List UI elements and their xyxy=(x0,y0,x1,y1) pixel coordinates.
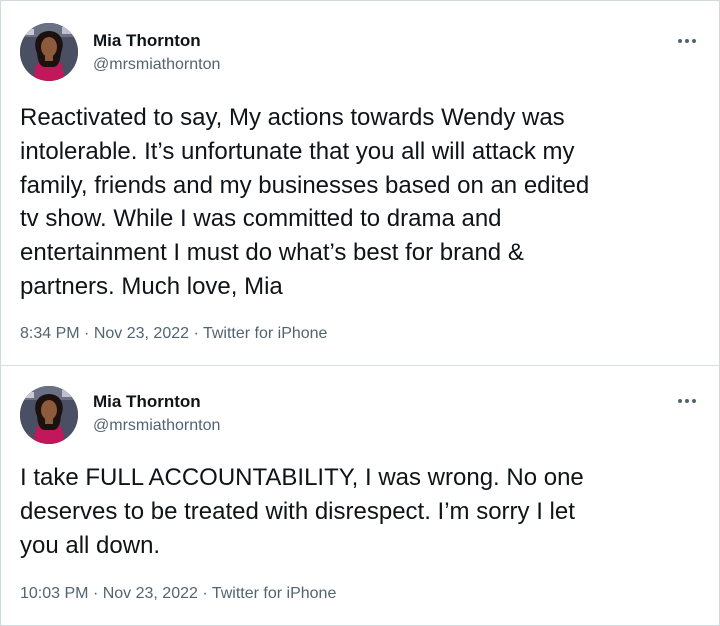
tweet-text: I take FULL ACCOUNTABILITY, I was wrong.… xyxy=(20,464,584,559)
separator-dot: · xyxy=(193,325,199,342)
more-horizontal-icon[interactable] xyxy=(673,393,701,409)
tweet-time[interactable]: 8:34 PM xyxy=(20,325,80,342)
tweet-card[interactable]: Mia Thornton @mrsmiathornton I take FULL… xyxy=(1,366,719,625)
tweet-screenshot-frame: Mia Thornton @mrsmiathornton Reactivated… xyxy=(0,0,720,626)
separator-dot: · xyxy=(92,585,99,602)
tweet-metadata: 10:03 PM · Nov 23, 2022 · Twitter for iP… xyxy=(20,585,336,603)
tweet-text: Reactivated to say, My actions towards W… xyxy=(20,104,590,300)
tweet-source[interactable]: Twitter for iPhone xyxy=(212,585,337,602)
avatar-photo xyxy=(20,23,78,81)
avatar[interactable] xyxy=(20,386,78,444)
tweet-source[interactable]: Twitter for iPhone xyxy=(203,325,328,342)
tweet-card[interactable]: Mia Thornton @mrsmiathornton Reactivated… xyxy=(1,1,719,365)
avatar-photo xyxy=(20,386,78,444)
username-handle[interactable]: @mrsmiathornton xyxy=(93,56,220,74)
separator-dot: · xyxy=(202,585,208,602)
avatar[interactable] xyxy=(20,23,78,81)
tweet-time[interactable]: 10:03 PM xyxy=(20,585,88,602)
tweet-date[interactable]: Nov 23, 2022 xyxy=(103,585,198,602)
tweet-metadata: 8:34 PM · Nov 23, 2022 · Twitter for iPh… xyxy=(20,325,327,343)
display-name[interactable]: Mia Thornton xyxy=(93,392,201,412)
display-name[interactable]: Mia Thornton xyxy=(93,31,201,51)
more-horizontal-icon[interactable] xyxy=(673,33,701,49)
separator-dot: · xyxy=(84,325,90,342)
username-handle[interactable]: @mrsmiathornton xyxy=(93,417,220,435)
tweet-date[interactable]: Nov 23, 2022 xyxy=(94,325,189,342)
